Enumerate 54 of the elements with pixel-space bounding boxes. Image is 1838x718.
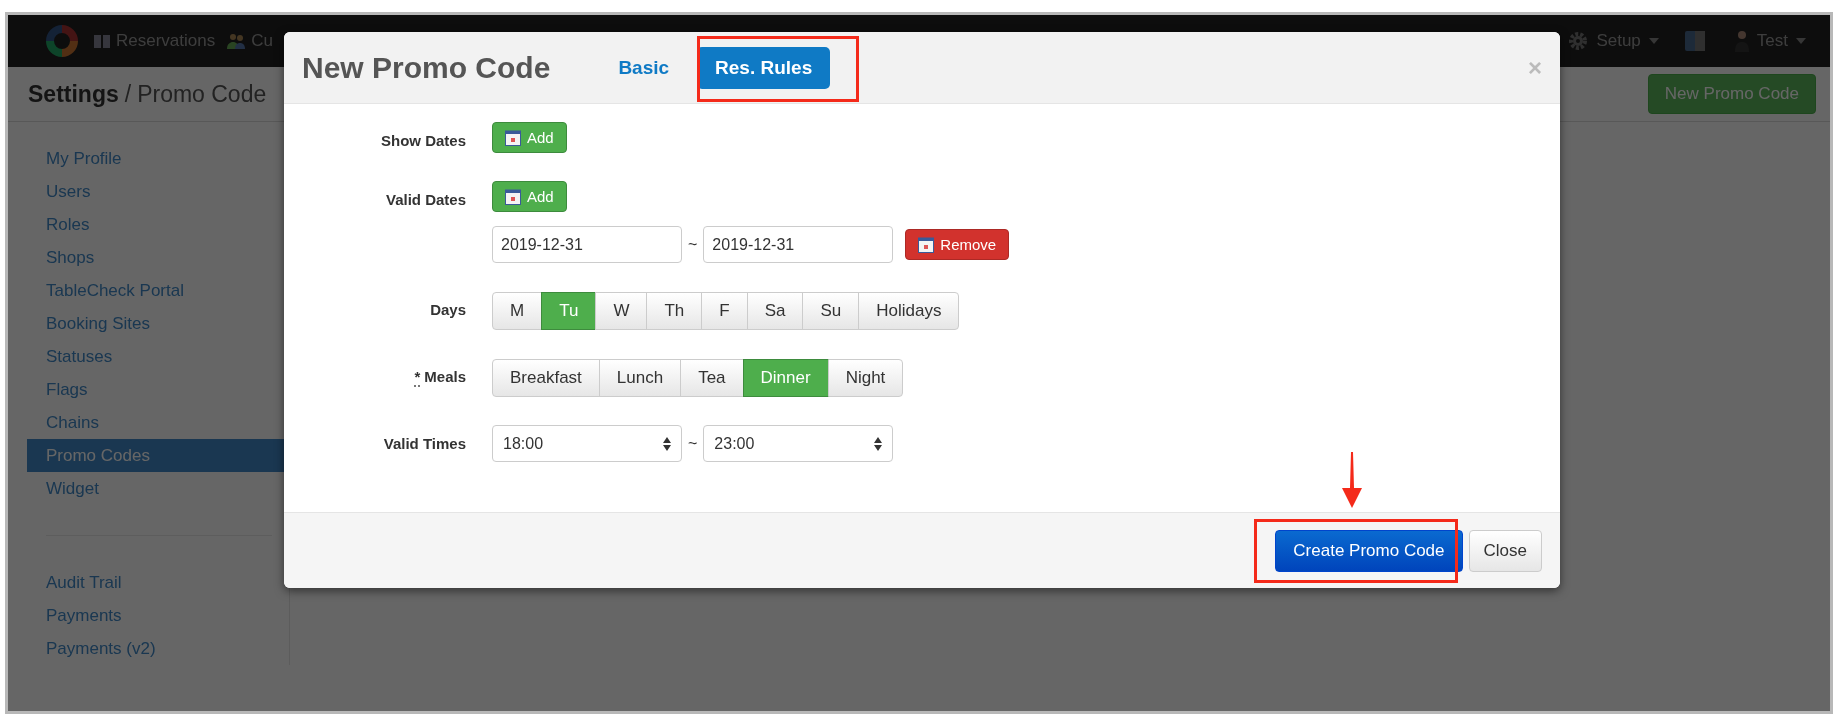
updown-icon	[663, 436, 671, 451]
translate-icon[interactable]	[1684, 31, 1705, 51]
add-button[interactable]: Add	[492, 122, 567, 153]
tab[interactable]: Res. Rules	[697, 46, 831, 89]
settings-icon	[1568, 31, 1589, 51]
toggle-button[interactable]: Dinner	[742, 359, 829, 397]
range-separator: ~	[688, 235, 698, 254]
calendar-icon	[505, 188, 521, 205]
field-label: Valid Dates	[385, 191, 466, 208]
close-button[interactable]: ×	[1528, 53, 1542, 82]
user-icon	[1734, 30, 1749, 52]
toggle-button[interactable]: Th	[646, 292, 703, 330]
updown-icon	[874, 436, 883, 451]
page-subtitle: Promo Code	[137, 80, 267, 108]
field-label: Valid Times	[383, 435, 466, 452]
toggle-button[interactable]: Su	[802, 292, 860, 330]
toggle-button[interactable]: Lunch	[598, 359, 682, 397]
toggle-button[interactable]: Night	[827, 359, 904, 397]
toggle-button[interactable]: Holidays	[858, 292, 960, 330]
toggle-button[interactable]: W	[595, 292, 648, 330]
arrow-icon	[1340, 452, 1364, 508]
time-select[interactable]: 18:00	[492, 425, 682, 462]
breadcrumb-separator: /	[124, 80, 132, 108]
toggle-button[interactable]: F	[701, 292, 748, 330]
create-promo-code-button[interactable]: Create Promo Code	[1275, 529, 1463, 572]
toggle-button[interactable]: Sa	[746, 292, 804, 330]
toggle-button[interactable]: Tea	[680, 359, 744, 397]
field-label: Show Dates	[380, 132, 466, 149]
date-field[interactable]: 2019-12-31	[703, 226, 894, 263]
toggle-button[interactable]: Breakfast	[492, 359, 600, 397]
sidebar-item[interactable]: Payments (v2)	[27, 632, 289, 665]
toggle-button[interactable]: Tu	[541, 292, 597, 330]
date-field[interactable]: 2019-12-31	[492, 226, 682, 263]
caret-icon	[1648, 38, 1659, 44]
remove-button[interactable]: Remove	[905, 229, 1010, 260]
caret-icon	[1796, 38, 1806, 44]
modal-title: New Promo Code	[302, 50, 551, 85]
people-icon	[227, 33, 246, 49]
logo-icon	[44, 23, 80, 59]
add-button[interactable]: Add	[492, 181, 567, 212]
calendar-icon	[918, 236, 935, 253]
field-label: Meals	[424, 368, 466, 385]
toggle-button[interactable]: M	[492, 292, 543, 330]
book-icon	[94, 34, 110, 48]
time-select[interactable]: 23:00	[703, 425, 894, 462]
page-title: Settings	[28, 80, 119, 108]
tab[interactable]: Basic	[600, 46, 688, 89]
sidebar-item[interactable]: Payments	[27, 599, 289, 632]
range-separator: ~	[688, 434, 698, 453]
required-mark: *	[414, 368, 421, 387]
new-promo-code-button[interactable]: New Promo Code	[1647, 74, 1816, 114]
close-button[interactable]: Close	[1468, 529, 1542, 572]
calendar-icon	[505, 129, 521, 146]
field-label: Days	[430, 301, 466, 318]
